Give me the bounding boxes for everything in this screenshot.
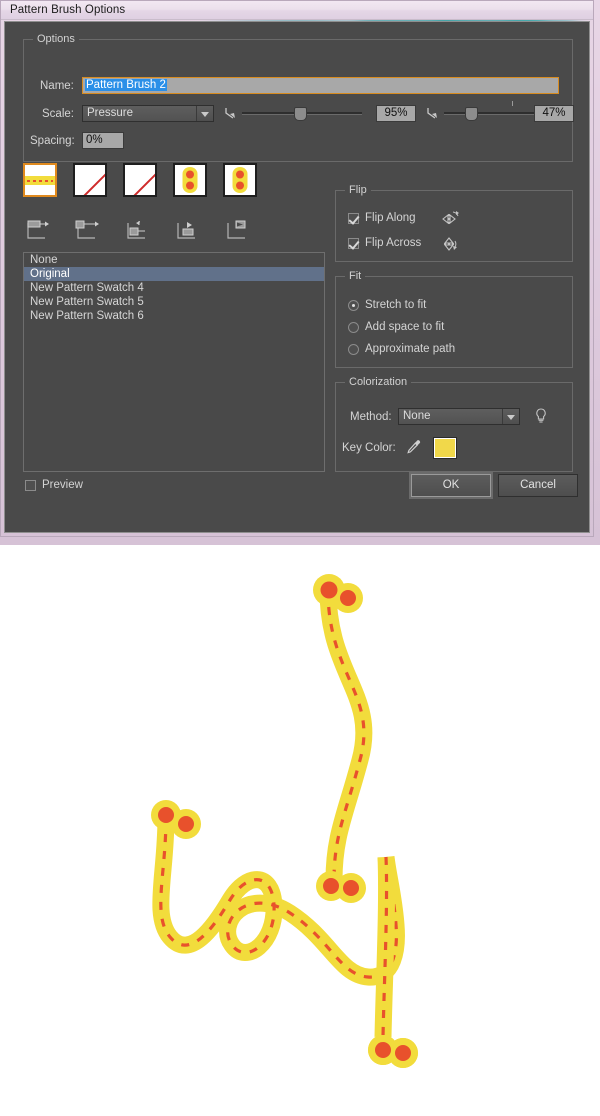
ok-button[interactable]: OK <box>409 472 493 499</box>
list-item[interactable]: New Pattern Swatch 6 <box>24 309 324 323</box>
tile-button-side[interactable] <box>23 163 57 197</box>
brush-name-value: Pattern Brush 2 <box>85 79 167 91</box>
chevron-down-icon[interactable] <box>196 106 213 121</box>
fit-group: Fit Stretch to fit Add space to fit Appr… <box>335 270 573 368</box>
dialog-title: Pattern Brush Options <box>10 4 126 16</box>
dialog-body: Options Name: Pattern Brush 2 Scale: Pre… <box>4 21 590 533</box>
flip-group: Flip Flip Along Flip Across <box>335 184 573 262</box>
options-group-label: Options <box>33 33 79 45</box>
preview-checkbox[interactable] <box>25 480 36 491</box>
scale-min-slider-thumb[interactable] <box>294 107 307 121</box>
flip-across-label: Flip Across <box>365 237 422 249</box>
chevron-down-icon[interactable] <box>502 409 519 424</box>
stroke-1-end-cap <box>316 871 366 903</box>
colorization-method-select[interactable]: None <box>398 408 520 425</box>
cancel-button[interactable]: Cancel <box>498 474 578 497</box>
colorization-group-label: Colorization <box>345 376 412 388</box>
fit-option-stretch-label: Stretch to fit <box>365 299 427 311</box>
tile-button-outer-corner[interactable] <box>73 163 107 197</box>
eyedropper-icon[interactable] <box>406 438 422 459</box>
fit-option-add-space-radio[interactable] <box>348 322 359 333</box>
preview-label: Preview <box>42 479 83 491</box>
pressure-pen-icon-max <box>426 106 442 120</box>
colorization-method-value: None <box>403 410 431 422</box>
brush-stroke-2 <box>151 800 418 1068</box>
fit-option-stretch-radio[interactable] <box>348 300 359 311</box>
flip-along-checkbox[interactable] <box>348 213 359 224</box>
pattern-brush-options-dialog: Pattern Brush Options Options Name: Patt… <box>0 0 594 537</box>
fit-option-approximate-label: Approximate path <box>365 343 456 355</box>
method-label: Method: <box>350 411 392 423</box>
end-tile-icon <box>225 220 255 242</box>
fit-option-approximate-radio[interactable] <box>348 344 359 355</box>
list-item[interactable]: Original <box>24 267 324 281</box>
list-item[interactable]: New Pattern Swatch 4 <box>24 281 324 295</box>
fit-option-add-space-label: Add space to fit <box>365 321 445 333</box>
flip-group-label: Flip <box>345 184 371 196</box>
fit-group-label: Fit <box>345 270 366 282</box>
tile-button-start[interactable] <box>173 163 207 197</box>
tile-button-inner-corner[interactable] <box>123 163 157 197</box>
brush-stroke-1 <box>313 574 373 903</box>
dialog-titlebar[interactable]: Pattern Brush Options <box>1 1 593 20</box>
scale-label: Scale: <box>42 108 74 120</box>
scale-min-value[interactable]: 95% <box>376 105 416 122</box>
key-color-swatch[interactable] <box>434 438 456 458</box>
scale-select[interactable]: Pressure <box>82 105 214 122</box>
pattern-brush-artwork <box>151 574 418 1068</box>
scale-select-value: Pressure <box>87 107 134 119</box>
outer-corner-tile-icon <box>75 220 105 242</box>
flip-across-icon <box>441 235 461 256</box>
list-item[interactable]: None <box>24 253 324 267</box>
colorization-group: Colorization Method: None Key Color: <box>335 376 573 472</box>
pattern-swatch-list[interactable]: None Original New Pattern Swatch 4 New P… <box>23 252 325 472</box>
illustration-canvas <box>0 545 600 1113</box>
flip-along-label: Flip Along <box>365 212 416 224</box>
brush-name-input[interactable]: Pattern Brush 2 <box>82 77 559 94</box>
side-tile-icon <box>25 220 55 242</box>
pressure-pen-icon-min <box>224 106 240 120</box>
name-label: Name: <box>40 80 74 92</box>
start-tile-icon <box>175 220 205 242</box>
flip-along-icon <box>441 211 461 230</box>
list-item[interactable]: New Pattern Swatch 5 <box>24 295 324 309</box>
scale-max-value[interactable]: 47% <box>534 105 574 122</box>
tips-lightbulb-icon[interactable] <box>534 407 548 428</box>
scale-max-slider-tick <box>512 101 513 106</box>
scale-max-slider-thumb[interactable] <box>465 107 478 121</box>
tile-button-end[interactable] <box>223 163 257 197</box>
scale-min-slider[interactable] <box>242 105 362 121</box>
key-color-label: Key Color: <box>342 442 396 454</box>
options-group: Options Name: Pattern Brush 2 Scale: Pre… <box>23 33 574 162</box>
spacing-label: Spacing: <box>30 135 75 147</box>
spacing-input[interactable]: 0% <box>82 132 124 149</box>
flip-across-checkbox[interactable] <box>348 238 359 249</box>
inner-corner-tile-icon <box>125 220 155 242</box>
